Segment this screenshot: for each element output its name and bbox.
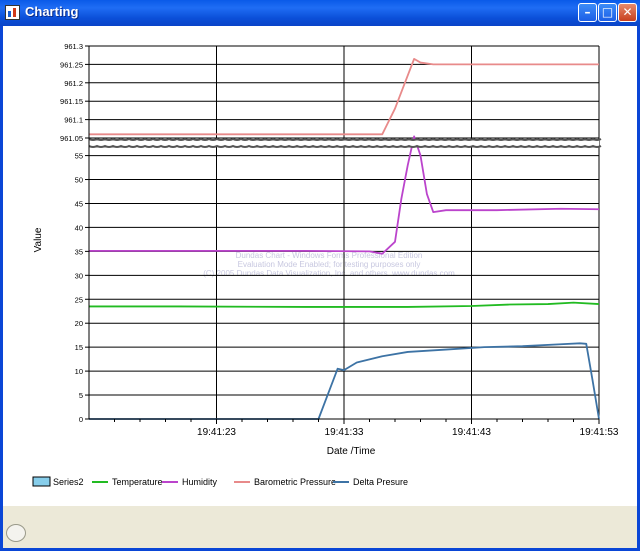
lower-y-tick-label: 35 [75, 247, 83, 256]
x-tick-label: 19:41:53 [580, 427, 619, 438]
x-tick-label: 19:41:33 [325, 427, 364, 438]
lower-y-tick-label: 20 [75, 319, 83, 328]
x-axis-label: Date /Time [327, 446, 376, 457]
x-tick-label: 19:41:23 [197, 427, 236, 438]
lower-y-tick-label: 50 [75, 176, 83, 185]
chart-app-icon[interactable] [5, 5, 20, 20]
close-button[interactable]: ✕ [618, 3, 637, 22]
legend-label: Delta Presure [353, 477, 408, 487]
legend-swatch-series2 [32, 476, 51, 487]
upper-y-tick-label: 961.05 [60, 134, 83, 143]
upper-y-tick-label: 961.3 [64, 42, 83, 51]
chart-svg: Dundas Chart - Windows Forms Professiona… [32, 42, 619, 487]
lower-y-tick-label: 0 [79, 415, 83, 424]
client-area: Dundas Chart - Windows Forms Professiona… [3, 26, 637, 548]
grid [89, 45, 600, 420]
maximize-icon: □ [601, 5, 614, 19]
legend-label: Series2 [53, 477, 84, 487]
chart-control[interactable]: Dundas Chart - Windows Forms Professiona… [3, 26, 637, 506]
lower-y-tick-label: 5 [79, 391, 83, 400]
app-window: Charting – □ ✕ Dundas Chart - Windows Fo… [0, 0, 640, 551]
status-indicator [6, 524, 26, 542]
legend-label: Temperature [112, 477, 163, 487]
watermark-line: Evaluation Mode Enabled; for testing pur… [238, 260, 421, 269]
lower-y-tick-label: 15 [75, 343, 83, 352]
maximize-button[interactable]: □ [598, 3, 617, 22]
watermark-line: Dundas Chart - Windows Forms Professiona… [236, 251, 423, 260]
watermark: Dundas Chart - Windows Forms Professiona… [203, 251, 455, 278]
upper-y-tick-label: 961.25 [60, 60, 83, 69]
upper-y-tick-label: 961.2 [64, 79, 83, 88]
window-title: Charting [25, 4, 79, 19]
axis-break-top [88, 137, 602, 141]
upper-y-tick-label: 961.1 [64, 116, 83, 125]
lower-y-tick-label: 25 [75, 295, 83, 304]
minimize-icon: – [584, 5, 591, 19]
axis-break-bottom [88, 144, 602, 148]
title-bar[interactable]: Charting – □ ✕ [0, 0, 640, 26]
y-axis-label: Value [33, 227, 44, 252]
lower-y-tick-label: 55 [75, 152, 83, 161]
legend: Series2 Temperature Humidity Barometric Pre… [32, 476, 408, 487]
watermark-line: (C) 2005 Dundas Data Visualization, Inc.… [203, 269, 455, 278]
lower-y-tick-label: 40 [75, 223, 83, 232]
x-tick-label: 19:41:43 [452, 427, 491, 438]
legend-label: Barometric Pressure [254, 477, 336, 487]
lower-y-tick-label: 30 [75, 271, 83, 280]
lower-y-tick-label: 45 [75, 199, 83, 208]
upper-y-tick-label: 961.15 [60, 97, 83, 106]
axis-break [88, 137, 602, 148]
minimize-button[interactable]: – [578, 3, 597, 22]
legend-label: Humidity [182, 477, 218, 487]
close-icon: ✕ [622, 5, 633, 19]
lower-y-tick-label: 10 [75, 367, 83, 376]
